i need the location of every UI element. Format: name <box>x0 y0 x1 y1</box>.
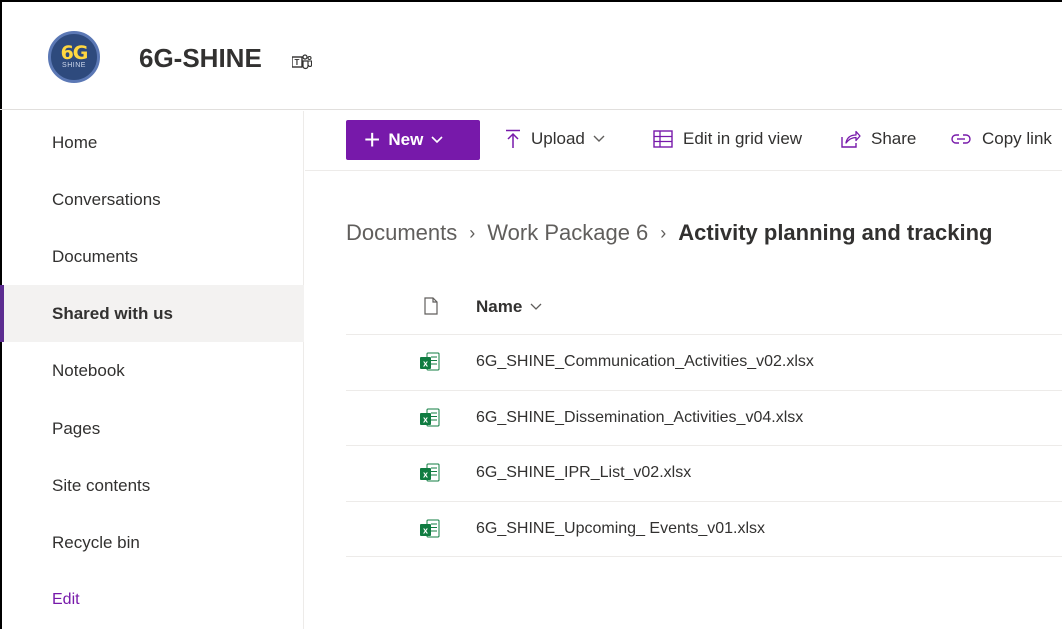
breadcrumb-separator-icon: › <box>469 222 476 243</box>
nav-item-conversations[interactable]: Conversations <box>0 171 304 228</box>
teams-icon: T <box>292 54 312 70</box>
nav-item-notebook[interactable]: Notebook <box>0 342 304 399</box>
share-label: Share <box>871 129 917 148</box>
nav-item-site-contents[interactable]: Site contents <box>0 457 304 514</box>
breadcrumb: Documents › Work Package 6 › Activity pl… <box>346 220 992 246</box>
file-type-header-icon[interactable] <box>424 297 438 315</box>
nav-item-shared-with-us[interactable]: Shared with us <box>0 285 304 342</box>
file-row[interactable]: x 6G_SHINE_Dissemination_Activities_v04.… <box>346 391 1062 446</box>
excel-file-icon: x <box>420 519 440 537</box>
breadcrumb-current-folder: Activity planning and tracking <box>678 220 993 245</box>
new-button-label: New <box>388 130 424 149</box>
file-name-link[interactable]: 6G_SHINE_IPR_List_v02.xlsx <box>476 464 691 482</box>
left-nav: Home Conversations Documents Shared with… <box>0 111 304 629</box>
file-list: Name x 6G_SHINE_Communication_Activities… <box>346 280 1062 557</box>
chevron-down-icon <box>593 135 605 142</box>
copy-link-button[interactable]: Copy link <box>950 129 1052 149</box>
svg-text:x: x <box>423 414 428 424</box>
file-row[interactable]: x 6G_SHINE_IPR_List_v02.xlsx <box>346 446 1062 502</box>
chevron-down-icon <box>431 136 443 144</box>
share-button[interactable]: Share <box>841 129 916 149</box>
file-name-link[interactable]: 6G_SHINE_Communication_Activities_v02.xl… <box>476 353 814 371</box>
name-column-label: Name <box>476 297 523 316</box>
svg-text:x: x <box>423 359 428 369</box>
grid-view-icon <box>653 130 673 148</box>
share-icon <box>841 130 861 148</box>
grid-view-label: Edit in grid view <box>683 129 803 148</box>
new-button[interactable]: + New <box>346 120 480 160</box>
file-row[interactable]: x 6G_SHINE_Upcoming_ Events_v01.xlsx <box>346 502 1062 557</box>
file-name-link[interactable]: 6G_SHINE_Upcoming_ Events_v01.xlsx <box>476 520 765 538</box>
list-header: Name <box>346 280 1062 335</box>
file-name-link[interactable]: 6G_SHINE_Dissemination_Activities_v04.xl… <box>476 409 803 427</box>
logo-sub-text: SHINE <box>62 62 86 69</box>
site-header: 6G SHINE 6G-SHINE T <box>0 0 1062 110</box>
logo-main-text: 6G <box>60 42 89 64</box>
breadcrumb-separator-icon: › <box>660 222 667 243</box>
excel-file-icon: x <box>420 408 440 426</box>
site-title[interactable]: 6G-SHINE <box>139 43 262 74</box>
nav-item-pages[interactable]: Pages <box>0 400 304 457</box>
svg-text:x: x <box>423 470 428 480</box>
plus-icon: + <box>364 124 381 155</box>
breadcrumb-work-package-6[interactable]: Work Package 6 <box>487 220 648 246</box>
edit-in-grid-view-button[interactable]: Edit in grid view <box>653 129 802 149</box>
svg-text:x: x <box>423 525 428 535</box>
nav-item-home[interactable]: Home <box>0 114 304 171</box>
file-row[interactable]: x 6G_SHINE_Communication_Activities_v02.… <box>346 335 1062 391</box>
nav-item-documents[interactable]: Documents <box>0 228 304 285</box>
nav-item-recycle-bin[interactable]: Recycle bin <box>0 514 304 571</box>
excel-file-icon: x <box>420 352 440 371</box>
upload-button[interactable]: Upload <box>505 129 615 149</box>
site-logo[interactable]: 6G SHINE <box>48 31 100 83</box>
excel-file-icon: x <box>420 463 440 482</box>
upload-label: Upload <box>531 129 585 148</box>
breadcrumb-documents[interactable]: Documents <box>346 220 457 246</box>
name-column-header[interactable]: Name <box>476 297 542 317</box>
command-bar: + New Upload Edit in grid view Share Cop… <box>305 111 1062 171</box>
copy-link-label: Copy link <box>982 129 1052 148</box>
svg-text:T: T <box>295 58 300 67</box>
chevron-down-icon <box>530 303 542 310</box>
link-icon <box>951 134 971 144</box>
upload-icon <box>506 129 520 148</box>
nav-edit-link[interactable]: Edit <box>0 571 304 628</box>
